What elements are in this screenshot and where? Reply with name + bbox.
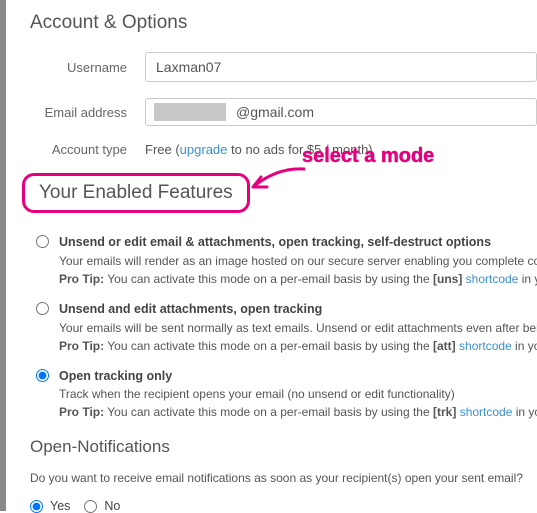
- protip-pre: You can activate this mode on a per-emai…: [104, 272, 433, 286]
- notifications-question: Do you want to receive email notificatio…: [30, 471, 537, 485]
- protip-post: in your email's subject: [518, 272, 537, 286]
- username-input[interactable]: [145, 52, 537, 82]
- radio-track-only[interactable]: [36, 369, 49, 382]
- option-body: Unsend and edit attachments, open tracki…: [59, 300, 537, 355]
- protip-label: Pro Tip:: [59, 339, 104, 353]
- annotation-text: select a mode: [302, 145, 434, 168]
- account-type-label: Account type: [30, 142, 145, 157]
- protip-label: Pro Tip:: [59, 405, 104, 419]
- notifications-heading: Open-Notifications: [30, 437, 537, 457]
- username-label: Username: [30, 60, 145, 75]
- option-title: Unsend and edit attachments, open tracki…: [59, 300, 537, 319]
- option-protip: Pro Tip: You can activate this mode on a…: [59, 403, 537, 421]
- option-desc: Track when the recipient opens your emai…: [59, 385, 537, 403]
- shortcode-link[interactable]: shortcode: [466, 272, 519, 286]
- features-heading: Your Enabled Features: [22, 173, 250, 213]
- annotation-arrow-icon: [247, 165, 307, 195]
- email-domain: @gmail.com: [236, 104, 314, 120]
- email-input[interactable]: @gmail.com: [145, 98, 537, 126]
- email-local-redacted: [154, 103, 226, 121]
- email-label: Email address: [30, 105, 145, 120]
- protip-post: in your email's subject: [512, 339, 537, 353]
- radio-unsend-full[interactable]: [36, 235, 49, 248]
- option-desc: Your emails will be sent normally as tex…: [59, 319, 537, 337]
- features-heading-wrap: Your Enabled Features select a mode: [22, 173, 537, 213]
- upgrade-link[interactable]: upgrade: [180, 142, 228, 157]
- option-body: Unsend or edit email & attachments, open…: [59, 233, 537, 288]
- row-username: Username: [30, 52, 537, 82]
- account-type-prefix: Free (: [145, 142, 180, 157]
- feature-option-unsend-full[interactable]: Unsend or edit email & attachments, open…: [30, 233, 537, 288]
- shortcode-link[interactable]: shortcode: [460, 405, 513, 419]
- protip-code: [att]: [433, 339, 456, 353]
- left-gutter: [0, 0, 6, 511]
- feature-option-unsend-att[interactable]: Unsend and edit attachments, open tracki…: [30, 300, 537, 355]
- radio-unsend-att[interactable]: [36, 302, 49, 315]
- option-title: Open tracking only: [59, 367, 537, 386]
- option-protip: Pro Tip: You can activate this mode on a…: [59, 270, 537, 288]
- option-title: Unsend or edit email & attachments, open…: [59, 233, 537, 252]
- protip-code: [trk]: [433, 405, 456, 419]
- option-body: Open tracking only Track when the recipi…: [59, 367, 537, 422]
- shortcode-link[interactable]: shortcode: [459, 339, 512, 353]
- protip-pre: You can activate this mode on a per-emai…: [104, 405, 433, 419]
- protip-post: in your email's subject: [512, 405, 537, 419]
- protip-pre: You can activate this mode on a per-emai…: [104, 339, 433, 353]
- page-title: Account & Options: [30, 12, 537, 34]
- protip-label: Pro Tip:: [59, 272, 104, 286]
- option-protip: Pro Tip: You can activate this mode on a…: [59, 337, 537, 355]
- protip-code: [uns]: [433, 272, 462, 286]
- row-email: Email address @gmail.com: [30, 98, 537, 126]
- page-content: Account & Options Username Email address…: [0, 0, 537, 513]
- feature-option-track-only[interactable]: Open tracking only Track when the recipi…: [30, 367, 537, 422]
- row-account-type: Account type Free (upgrade to no ads for…: [30, 142, 537, 157]
- option-desc: Your emails will render as an image host…: [59, 252, 537, 270]
